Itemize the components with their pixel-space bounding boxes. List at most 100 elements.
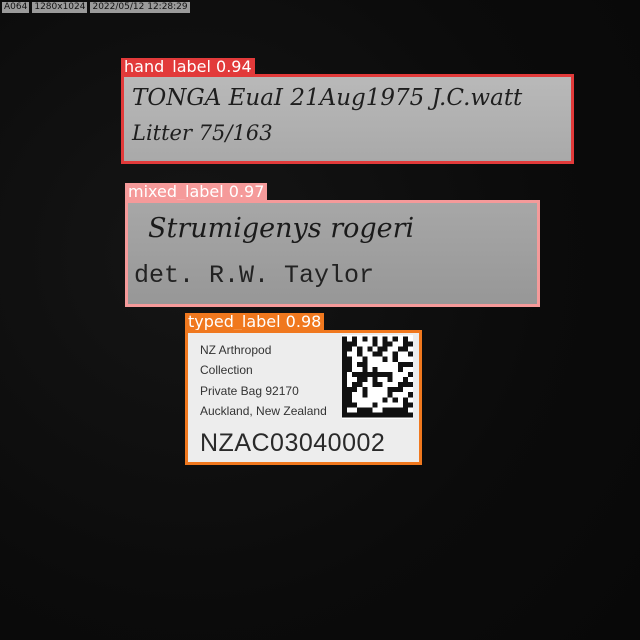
typed-label-paper: NZ Arthropod Collection Private Bag 9217… [188,333,419,462]
barcode-module [392,356,398,362]
barcode-module [357,412,363,418]
barcode-module [357,371,363,377]
barcode-module [407,361,413,367]
hand-label-box[interactable]: TONGA EuaI 21Aug1975 J.C.watt Litter 75/… [121,74,574,164]
timestamp: 2022/05/12 12:28:29 [90,2,190,13]
camera-id: A064 [2,2,30,13]
barcode-module [342,371,348,377]
barcode-module [362,407,368,413]
barcode-module [347,361,353,367]
barcode-module [342,366,348,372]
barcode-module [342,412,348,418]
barcode-module [377,371,383,377]
barcode-module [352,371,358,377]
barcode-module [342,341,348,347]
mixed-label-paper: Strumigenys rogeri det. R.W. Taylor [128,203,537,304]
barcode-module [382,346,388,352]
barcode-module [407,371,413,377]
barcode-module [397,412,403,418]
species-name: Strumigenys rogeri [148,213,415,244]
barcode-module [357,382,363,388]
barcode-module [402,377,408,383]
determiner-line: det. R.W. Taylor [134,261,375,290]
barcode-module [367,412,373,418]
barcode-module [372,366,378,372]
barcode-module [397,382,403,388]
barcode-module [342,336,348,342]
resolution-readout: 1280x1024 [32,2,88,13]
barcode-module [402,341,408,347]
barcode-module [392,387,398,393]
barcode-module [357,407,363,413]
barcode-module [352,412,358,418]
barcode-module [387,387,393,393]
barcode-module [347,397,353,403]
barcode-module [352,387,358,393]
barcode-module [387,392,393,398]
barcode-module [392,407,398,413]
barcode-module [377,346,383,352]
barcode-module [387,371,393,377]
barcode-module [382,407,388,413]
barcode-module [362,392,368,398]
barcode-module [372,371,378,377]
barcode-module [372,351,378,357]
barcode-module [397,361,403,367]
barcode-module [347,402,353,408]
barcode-module [367,407,373,413]
typed-label-tag: typed_label 0.98 [185,313,325,331]
address-line: NZ Arthropod [200,343,272,357]
barcode-module [362,377,368,383]
barcode-module [362,371,368,377]
barcode-module [372,412,378,418]
barcode-module [397,407,403,413]
barcode-module [402,412,408,418]
barcode-module [382,336,388,342]
datamatrix-barcode-icon [342,335,413,419]
barcode-module [367,371,373,377]
mixed-label-box[interactable]: Strumigenys rogeri det. R.W. Taylor [125,200,540,307]
barcode-module [397,346,403,352]
barcode-module [352,341,358,347]
barcode-module [347,392,353,398]
barcode-module [377,382,383,388]
barcode-module [342,361,348,367]
barcode-module [347,341,353,347]
barcode-module [347,412,353,418]
barcode-module [397,366,403,372]
catalog-number: NZAC03040002 [200,429,386,457]
barcode-module [342,382,348,388]
typed-label-box[interactable]: NZ Arthropod Collection Private Bag 9217… [185,330,422,465]
barcode-module [347,346,353,352]
barcode-module [382,371,388,377]
address-line: Collection [200,363,253,377]
barcode-module [402,361,408,367]
barcode-module [342,377,348,383]
address-line: Auckland, New Zealand [200,404,327,418]
barcode-module [352,382,358,388]
barcode-module [392,336,398,342]
barcode-module [387,407,393,413]
barcode-module [362,366,368,372]
barcode-module [382,356,388,362]
barcode-module [387,412,393,418]
barcode-module [342,397,348,403]
mixed-label-tag: mixed_label 0.97 [125,183,268,201]
camera-hud: A064 1280x1024 2022/05/12 12:28:29 [2,2,190,13]
barcode-module [342,402,348,408]
barcode-module [352,402,358,408]
barcode-module [357,361,363,367]
barcode-module [357,351,363,357]
address-line: Private Bag 92170 [200,384,299,398]
barcode-module [382,397,388,403]
barcode-module [382,341,388,347]
barcode-module [402,336,408,342]
barcode-module [352,336,358,342]
barcode-module [347,356,353,362]
barcode-module [392,412,398,418]
barcode-module [407,341,413,347]
barcode-module [407,351,413,357]
barcode-module [407,392,413,398]
barcode-module [377,351,383,357]
barcode-module [362,387,368,393]
